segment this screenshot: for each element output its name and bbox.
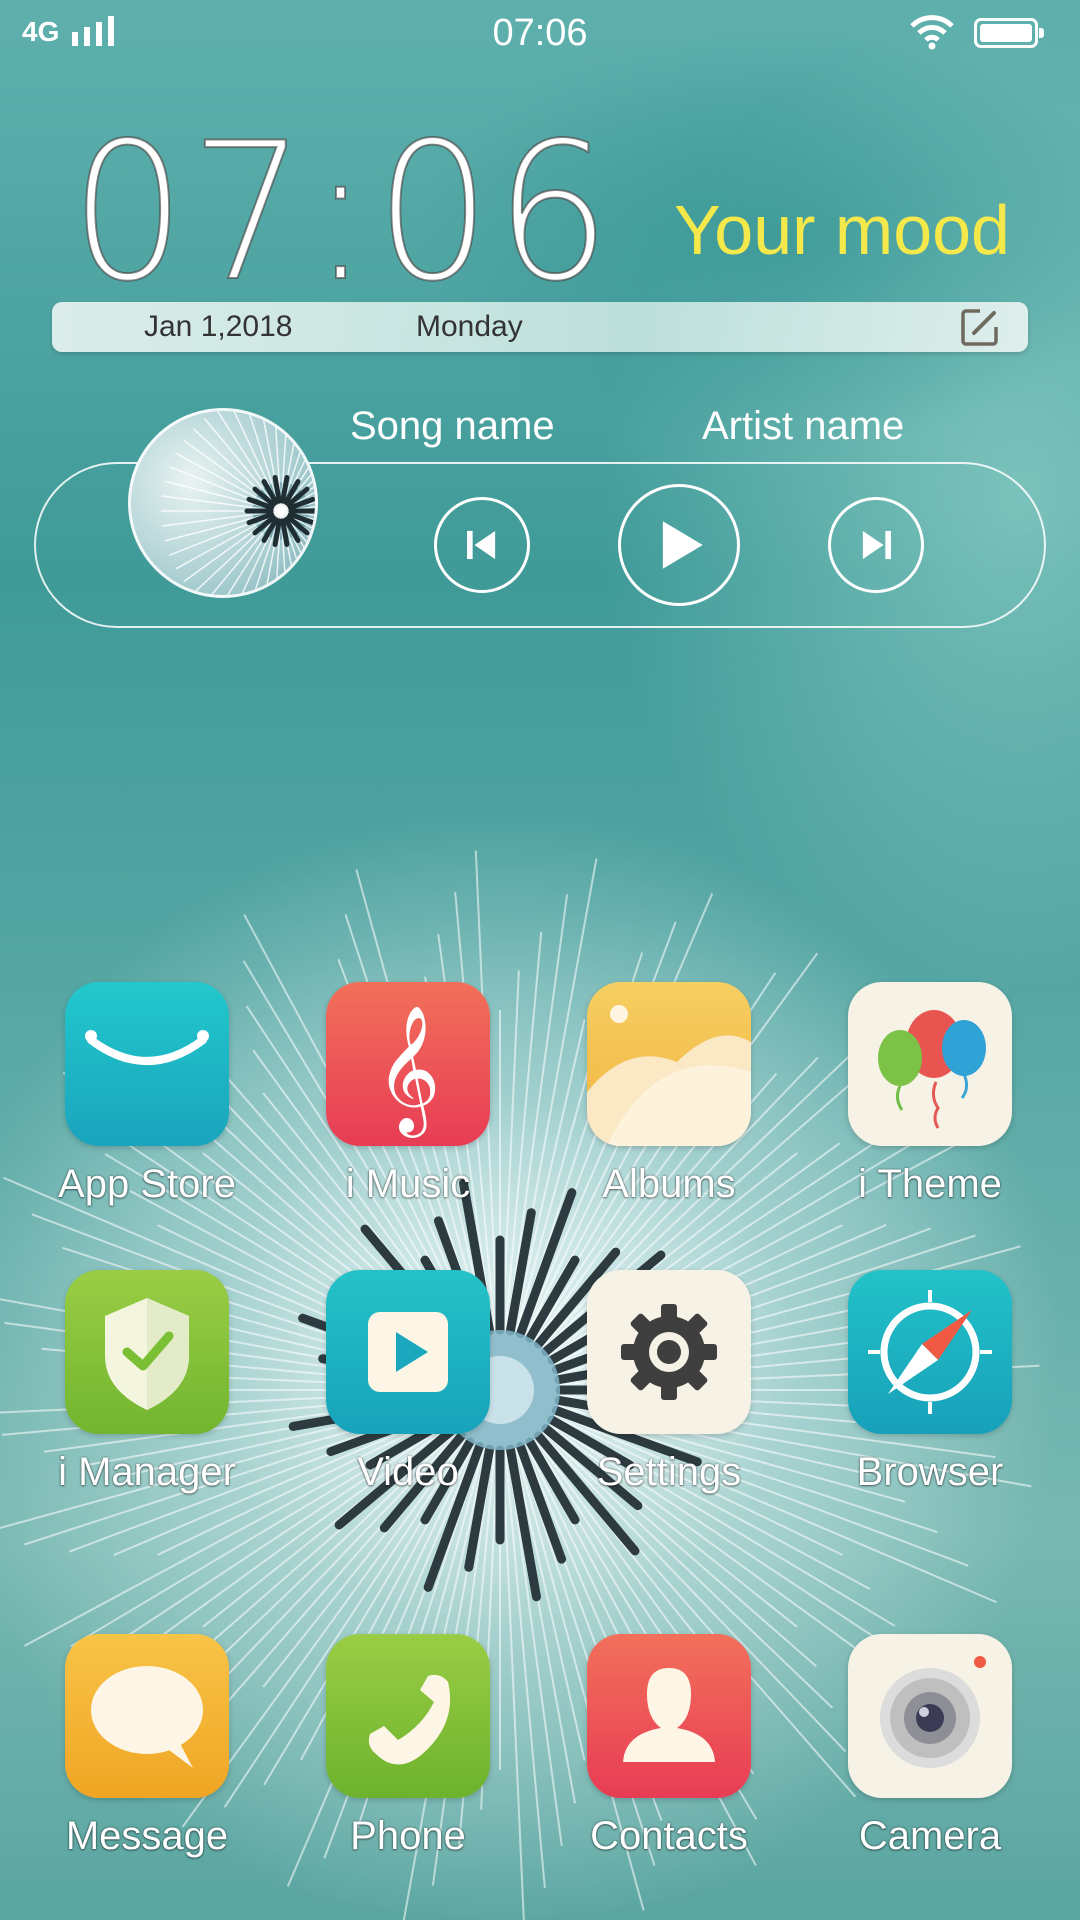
gear-icon (587, 1270, 751, 1434)
previous-button[interactable] (434, 497, 530, 593)
app-label: Contacts (590, 1814, 748, 1858)
wifi-icon (910, 15, 954, 50)
app-settings[interactable]: Settings (554, 1270, 784, 1495)
next-button[interactable] (828, 497, 924, 593)
app-phone[interactable]: Phone (293, 1634, 523, 1859)
svg-text:𝄞: 𝄞 (375, 1004, 440, 1138)
play-icon (662, 521, 703, 569)
app-video[interactable]: Video (293, 1270, 523, 1495)
app-label: i Manager (58, 1450, 236, 1494)
balloons-icon (848, 982, 1012, 1146)
date-text: Jan 1,2018 (144, 310, 293, 343)
contact-person-icon (587, 1634, 751, 1798)
app-store-icon (65, 982, 229, 1146)
app-label: i Theme (858, 1162, 1002, 1206)
artist-name: Artist name (702, 404, 905, 448)
mood-text[interactable]: Your mood (640, 190, 1010, 270)
app-label: App Store (58, 1162, 236, 1206)
music-note-icon: 𝄞 (326, 982, 490, 1146)
phone-icon (326, 1634, 490, 1798)
video-play-icon (326, 1270, 490, 1434)
chat-bubble-icon (65, 1634, 229, 1798)
status-bar: 4G 07:06 (0, 0, 1080, 66)
app-label: Camera (858, 1814, 1002, 1858)
app-app-store[interactable]: App Store (32, 982, 262, 1207)
date-bar: Jan 1,2018 Monday (52, 302, 1028, 352)
app-label: Settings (596, 1450, 742, 1494)
app-label: Video (357, 1450, 459, 1494)
previous-icon (467, 530, 496, 560)
app-i-music[interactable]: 𝄞 i Music (293, 982, 523, 1207)
edit-icon[interactable] (960, 307, 1000, 347)
camera-icon (848, 1634, 1012, 1798)
shield-icon (65, 1270, 229, 1434)
app-label: i Music (345, 1162, 471, 1206)
app-label: Message (65, 1814, 229, 1858)
play-button[interactable] (618, 484, 740, 606)
app-label: Browser (856, 1450, 1004, 1494)
app-label: Phone (350, 1814, 466, 1858)
compass-icon (848, 1270, 1012, 1434)
app-message[interactable]: Message (32, 1634, 262, 1859)
app-albums[interactable]: Albums (554, 982, 784, 1207)
day-text: Monday (416, 310, 523, 343)
app-i-theme[interactable]: i Theme (815, 982, 1045, 1207)
album-art[interactable] (128, 408, 318, 598)
app-label: Albums (602, 1162, 736, 1206)
app-i-manager[interactable]: i Manager (32, 1270, 262, 1495)
albums-icon (587, 982, 751, 1146)
clock-time[interactable]: 07:06 (69, 117, 615, 309)
app-browser[interactable]: Browser (815, 1270, 1045, 1495)
app-camera[interactable]: Camera (815, 1634, 1045, 1859)
battery-icon (974, 18, 1044, 48)
app-contacts[interactable]: Contacts (554, 1634, 784, 1859)
next-icon (862, 530, 891, 560)
song-name: Song name (350, 404, 555, 448)
